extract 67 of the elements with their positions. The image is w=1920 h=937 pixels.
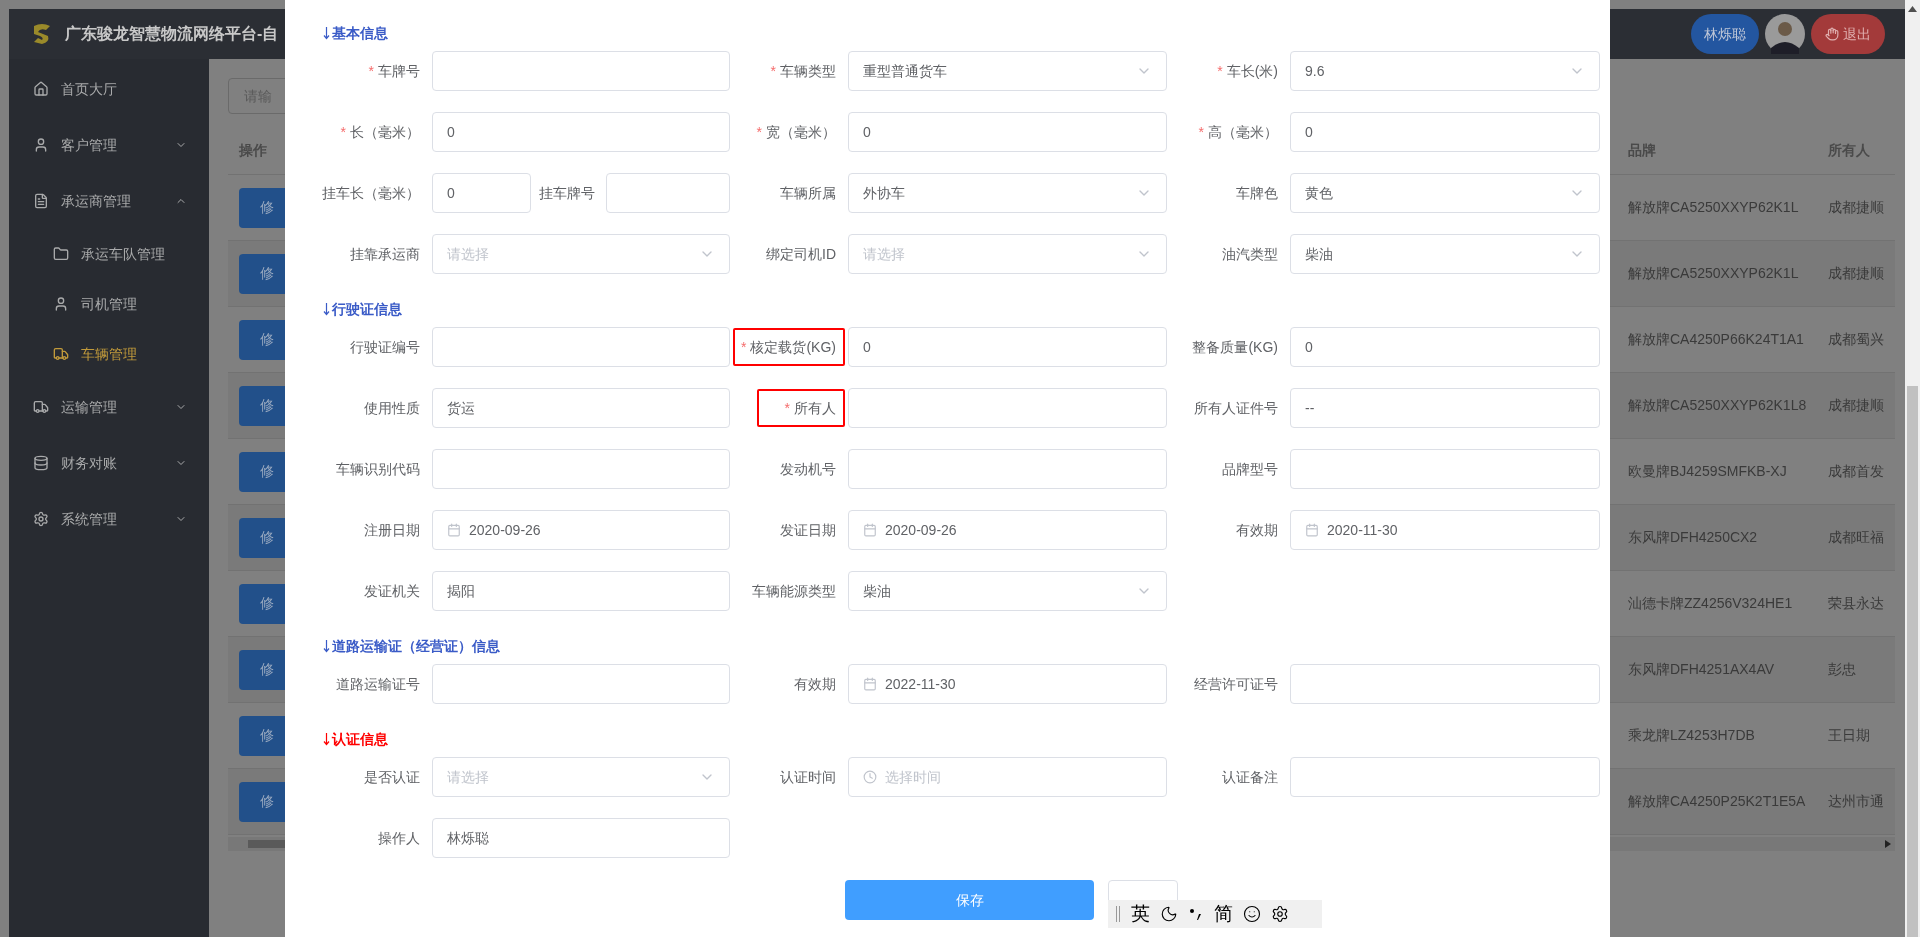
section-title: 道路运输证（经营证）信息 bbox=[332, 636, 500, 656]
table-cell-text: 成都首发 bbox=[1827, 462, 1885, 481]
table-cell-text: 解放牌CA4250P66K24T1A1 bbox=[1627, 330, 1805, 349]
field-label: 经营许可证号 bbox=[1194, 674, 1278, 694]
field-label: 操作人 bbox=[378, 828, 420, 848]
table-cell-text: 东风牌DFH4250CX2 bbox=[1627, 528, 1759, 547]
table-cell-text: 解放牌CA5250XXYP62K1L bbox=[1627, 264, 1800, 283]
field-label: 发证日期 bbox=[780, 520, 836, 540]
field-label: 使用性质 bbox=[364, 398, 420, 418]
field-label: 车长(米) bbox=[1226, 61, 1278, 81]
field-label: 挂车牌号 bbox=[539, 183, 595, 203]
field-label: 车辆类型 bbox=[780, 61, 836, 81]
field-label: 车牌色 bbox=[1236, 183, 1278, 203]
required-mark: * bbox=[1198, 122, 1204, 142]
field-label: 发证机关 bbox=[364, 581, 420, 601]
field-label: 认证时间 bbox=[780, 767, 836, 787]
required-mark: * bbox=[1217, 61, 1223, 81]
table-cell-text: 达州市通 bbox=[1827, 792, 1885, 811]
field-label: 道路运输证号 bbox=[336, 674, 420, 694]
section-title: 认证信息 bbox=[332, 729, 388, 749]
required-mark: * bbox=[784, 398, 790, 418]
field-label: 挂车长（毫米） bbox=[322, 183, 420, 203]
table-cell-text: 成都旺福 bbox=[1827, 528, 1885, 547]
field-label: 所有人证件号 bbox=[1194, 398, 1278, 418]
table-cell-text: 东风牌DFH4251AX4AV bbox=[1627, 660, 1775, 679]
table-cell-text: 彭忠 bbox=[1827, 660, 1857, 679]
field-label: 绑定司机ID bbox=[766, 244, 836, 264]
required-mark: * bbox=[741, 337, 747, 357]
table-cell-text: 成都捷顺 bbox=[1827, 264, 1885, 283]
field-label: 车辆所属 bbox=[780, 183, 836, 203]
field-label: 核定载货(KG) bbox=[750, 337, 836, 357]
field-label: 发动机号 bbox=[780, 459, 836, 479]
field-label: 车辆能源类型 bbox=[752, 581, 836, 601]
required-mark: * bbox=[756, 122, 762, 142]
required-mark: * bbox=[770, 61, 776, 81]
field-label: 所有人 bbox=[794, 398, 836, 418]
table-cell-text: 乘龙牌LZ4253H7DB bbox=[1627, 726, 1756, 745]
table-cell-text: 荣县永达 bbox=[1827, 594, 1885, 613]
required-mark: * bbox=[368, 61, 374, 81]
field-label: 行驶证编号 bbox=[350, 337, 420, 357]
table-cell-text: 王日期 bbox=[1827, 726, 1871, 745]
table-cell-text: 解放牌CA4250P25K2T1E5A bbox=[1627, 792, 1807, 811]
app-title: 广东骏龙智慧物流网络平台-自 bbox=[65, 24, 279, 44]
section-title: 行驶证信息 bbox=[332, 299, 402, 319]
field-label: 车牌号 bbox=[378, 61, 420, 81]
table-cell-text: 解放牌CA5250XXYP62K1L bbox=[1627, 198, 1800, 217]
table-cell-text: 成都捷顺 bbox=[1827, 198, 1885, 217]
field-label: 长（毫米） bbox=[350, 122, 420, 142]
field-label: 宽（毫米） bbox=[766, 122, 836, 142]
table-cell-text: 欧曼牌BJ4259SMFKB-XJ bbox=[1627, 462, 1788, 481]
required-mark: * bbox=[340, 122, 346, 142]
field-label: 有效期 bbox=[1236, 520, 1278, 540]
field-label: 挂靠承运商 bbox=[350, 244, 420, 264]
field-label: 油汽类型 bbox=[1222, 244, 1278, 264]
field-label: 车辆识别代码 bbox=[336, 459, 420, 479]
field-label: 整备质量(KG) bbox=[1192, 337, 1278, 357]
table-cell-text: 成都捷顺 bbox=[1827, 396, 1885, 415]
table-cell-text: 汕德卡牌ZZ4256V324HE1 bbox=[1627, 594, 1794, 613]
field-label: 认证备注 bbox=[1222, 767, 1278, 787]
field-label: 是否认证 bbox=[364, 767, 420, 787]
field-label: 注册日期 bbox=[364, 520, 420, 540]
section-title: 基本信息 bbox=[332, 23, 388, 43]
field-label: 有效期 bbox=[794, 674, 836, 694]
table-cell-text: 成都蜀兴 bbox=[1827, 330, 1885, 349]
field-label: 高（毫米） bbox=[1208, 122, 1278, 142]
field-label: 品牌型号 bbox=[1222, 459, 1278, 479]
table-cell-text: 解放牌CA5250XXYP62K1L8 bbox=[1627, 396, 1808, 415]
